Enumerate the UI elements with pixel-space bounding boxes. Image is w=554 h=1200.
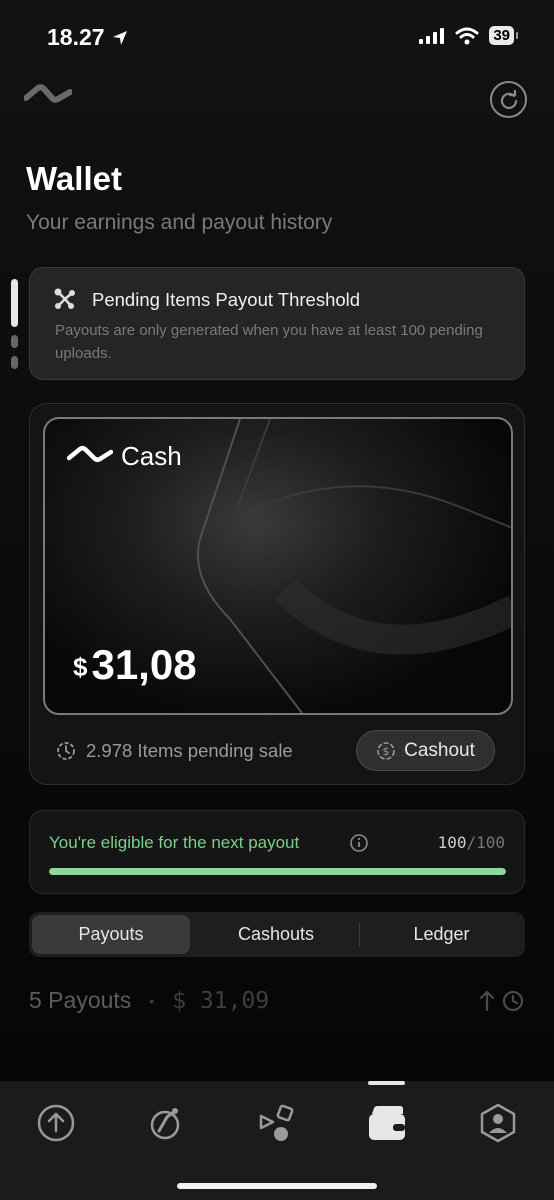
clock-icon xyxy=(57,742,75,760)
nav-active-indicator xyxy=(368,1081,405,1085)
tab-divider xyxy=(359,923,360,946)
explore-icon xyxy=(150,1108,180,1140)
app-logo-icon xyxy=(24,84,72,103)
notice-title: Pending Items Payout Threshold xyxy=(92,289,361,310)
bottom-nav xyxy=(0,1081,554,1200)
sort-history-icon[interactable] xyxy=(476,988,526,1014)
wallet-card: Cash $ 31,08 2.978 Items pending sale $ … xyxy=(29,403,525,785)
dollar-coin-icon: $ xyxy=(377,741,395,760)
cash-logo-icon xyxy=(67,445,113,462)
summary-separator: • xyxy=(149,992,155,1009)
scroll-indicator-dot xyxy=(11,356,18,369)
home-indicator xyxy=(177,1183,377,1189)
eligibility-count: 100/100 xyxy=(438,833,505,852)
eligibility-total: /100 xyxy=(466,833,505,852)
status-time-text: 18.27 xyxy=(47,24,105,50)
balance-value: 31,08 xyxy=(91,641,197,688)
payouts-summary: 5 Payouts • $ 31,09 xyxy=(29,987,269,1014)
notice-body: Payouts are only generated when you have… xyxy=(55,322,483,362)
scroll-indicator[interactable] xyxy=(11,279,18,369)
tab-payouts[interactable]: Payouts xyxy=(32,915,190,954)
status-time: 18.27 xyxy=(47,24,129,51)
svg-text:$: $ xyxy=(383,745,390,758)
nav-shapes[interactable] xyxy=(256,1101,300,1145)
tab-cashouts[interactable]: Cashouts xyxy=(195,915,357,954)
eligibility-text: You're eligible for the next payout xyxy=(49,833,300,852)
network-nodes-icon xyxy=(54,288,75,309)
currency-symbol: $ xyxy=(73,652,88,682)
cash-brand-label: Cash xyxy=(121,441,182,471)
payout-eligibility-card: You're eligible for the next payout 100/… xyxy=(29,810,525,894)
shapes-icon xyxy=(259,1104,294,1141)
info-icon[interactable] xyxy=(349,833,369,853)
wallet-icon xyxy=(369,1106,405,1140)
pending-items-text: 2.978 Items pending sale xyxy=(86,740,293,761)
cashout-button[interactable]: $ Cashout xyxy=(356,730,495,771)
cellular-signal-icon xyxy=(419,27,445,44)
nav-profile[interactable] xyxy=(476,1101,520,1145)
location-arrow-icon xyxy=(112,30,127,45)
tab-ledger[interactable]: Ledger xyxy=(361,915,522,954)
payout-progress-bar xyxy=(49,868,506,875)
cashout-label: Cashout xyxy=(404,739,475,761)
cash-balance: $ 31,08 xyxy=(73,641,197,689)
nav-wallet[interactable] xyxy=(365,1101,409,1145)
refresh-icon xyxy=(500,89,517,109)
payouts-total: $ 31,09 xyxy=(172,987,270,1014)
page-title: Wallet xyxy=(26,160,122,197)
threshold-notice-card: Pending Items Payout Threshold Payouts a… xyxy=(29,267,525,380)
page-subtitle: Your earnings and payout history xyxy=(26,211,333,234)
nav-explore[interactable] xyxy=(143,1101,187,1145)
cash-card: Cash $ 31,08 xyxy=(43,417,513,715)
refresh-button[interactable] xyxy=(490,81,527,118)
scroll-indicator-active xyxy=(11,279,18,327)
scroll-indicator-dot xyxy=(11,335,18,348)
upload-icon xyxy=(37,1104,75,1142)
history-tabs: Payouts Cashouts Ledger xyxy=(29,912,525,957)
pending-items: 2.978 Items pending sale xyxy=(56,740,293,762)
payouts-count: 5 Payouts xyxy=(29,987,132,1013)
battery-icon: 39 xyxy=(489,26,518,45)
profile-icon xyxy=(480,1103,516,1143)
payout-progress-fill xyxy=(49,868,506,875)
cash-brand: Cash xyxy=(67,441,182,472)
nav-upload[interactable] xyxy=(34,1101,78,1145)
eligibility-current: 100 xyxy=(437,833,467,852)
wifi-icon xyxy=(455,27,479,44)
status-indicators: 39 xyxy=(419,26,518,45)
